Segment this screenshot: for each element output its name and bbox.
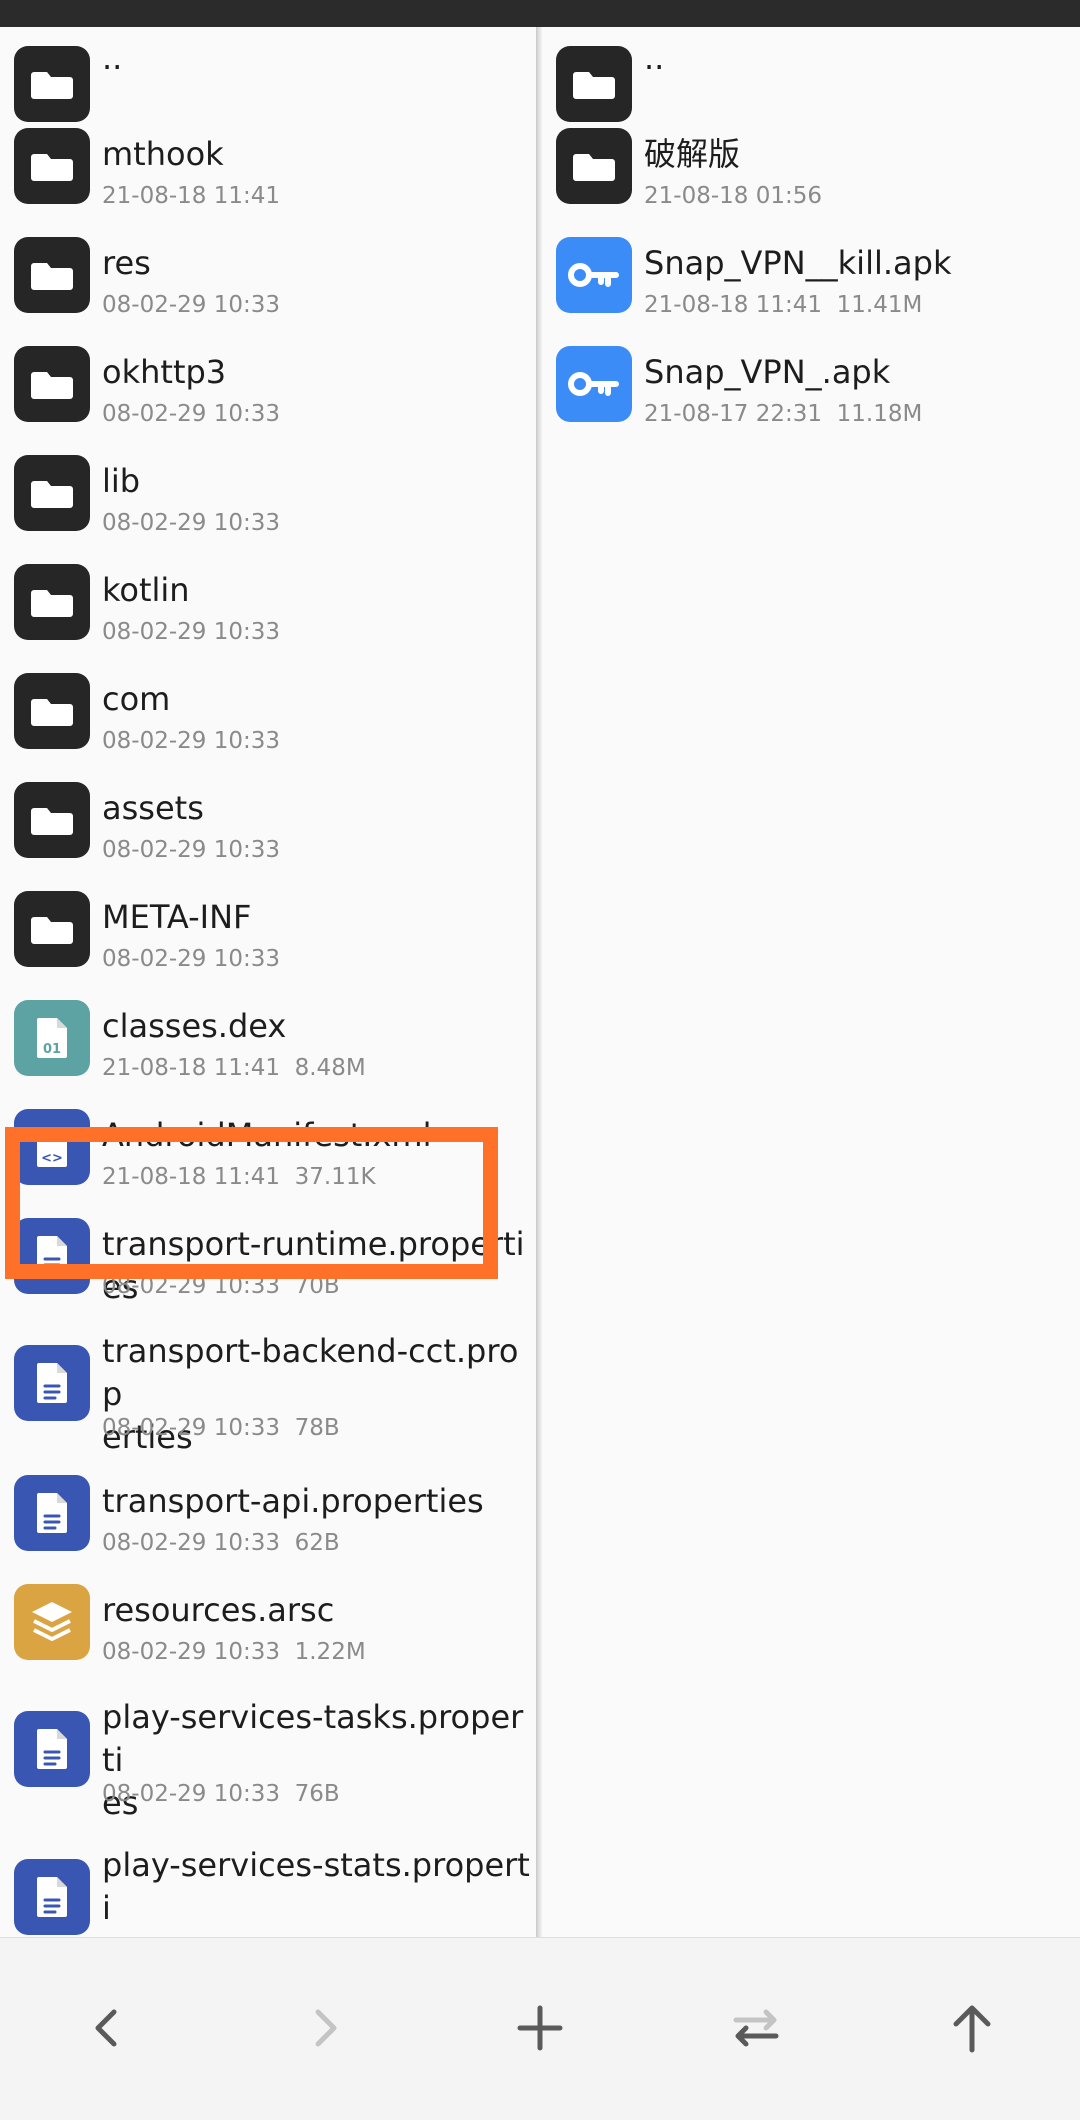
document-icon — [14, 1345, 90, 1421]
file-meta: 08-02-29 10:33 62B — [102, 1530, 340, 1556]
layers-icon — [14, 1584, 90, 1660]
file-name: okhttp3 — [102, 353, 227, 391]
file-meta: 08-02-29 10:33 78B — [102, 1415, 340, 1441]
file-meta: 08-02-29 10:33 1.22M — [102, 1639, 366, 1665]
swap-panes-button[interactable] — [686, 1978, 826, 2078]
parent-directory-button[interactable] — [902, 1978, 1042, 2078]
file-row[interactable]: assets 08-02-29 10:33 — [0, 764, 538, 873]
file-row[interactable]: transport-api.properties 08-02-29 10:33 6… — [0, 1457, 538, 1566]
folder-icon — [14, 237, 90, 313]
plus-icon — [517, 2005, 563, 2051]
file-row[interactable]: META-INF 08-02-29 10:33 — [0, 873, 538, 982]
svg-text:01: 01 — [43, 1042, 61, 1057]
file-name: transport-api.properties — [102, 1482, 484, 1520]
right-file-pane[interactable]: .. 破解版 21-08-18 01:56 Snap_VPN__kill.apk 21-… — [542, 27, 1080, 1937]
code-file-icon: <> — [14, 1109, 90, 1185]
file-row[interactable]: res 08-02-29 10:33 — [0, 219, 538, 328]
file-meta: 21-08-18 01:56 — [644, 183, 822, 209]
key-icon — [556, 237, 632, 313]
file-meta: 08-02-29 10:33 — [102, 510, 280, 536]
file-row[interactable]: transport-backend-cct.prop erties 08-02-2… — [0, 1309, 538, 1457]
file-name: META-INF — [102, 898, 252, 936]
document-icon — [14, 1218, 90, 1294]
file-row[interactable]: 01 classes.dex 21-08-18 11:41 8.48M — [0, 982, 538, 1091]
file-name: kotlin — [102, 571, 190, 609]
folder-icon — [14, 673, 90, 749]
file-name: assets — [102, 789, 204, 827]
file-meta: 08-02-29 10:33 — [102, 619, 280, 645]
chevron-left-icon — [95, 2009, 117, 2047]
document-icon — [14, 1711, 90, 1787]
new-button[interactable] — [470, 1978, 610, 2078]
file-meta: 21-08-17 22:31 11.18M — [644, 401, 923, 427]
file-name: Snap_VPN_.apk — [644, 353, 891, 391]
file-row[interactable]: <> AndroidManifest.xml 21-08-18 11:41 37.1… — [0, 1091, 538, 1200]
svg-text:<>: <> — [41, 1151, 63, 1166]
bottom-toolbar — [0, 1937, 1080, 2120]
folder-icon — [14, 891, 90, 967]
file-meta: 08-02-29 10:33 70B — [102, 1273, 340, 1299]
file-row[interactable]: Snap_VPN__kill.apk 21-08-18 11:41 11.41M — [542, 219, 1080, 328]
file-name: AndroidManifest.xml — [102, 1116, 432, 1154]
back-button[interactable] — [38, 1978, 178, 2078]
folder-icon — [14, 346, 90, 422]
file-row[interactable]: mthook 21-08-18 11:41 — [0, 110, 538, 219]
file-row[interactable]: lib 08-02-29 10:33 — [0, 437, 538, 546]
file-meta: 21-08-18 11:41 37.11K — [102, 1164, 376, 1190]
file-meta: 21-08-18 11:41 — [102, 183, 280, 209]
file-name: mthook — [102, 135, 224, 173]
file-row[interactable]: kotlin 08-02-29 10:33 — [0, 546, 538, 655]
file-name: res — [102, 244, 151, 282]
file-row[interactable]: 破解版 21-08-18 01:56 — [542, 110, 1080, 219]
folder-icon — [14, 455, 90, 531]
file-name: play-services-stats.properti es — [102, 1846, 530, 1937]
file-meta: 08-02-29 10:33 — [102, 292, 280, 318]
file-meta: 21-08-18 11:41 8.48M — [102, 1055, 366, 1081]
chevron-right-icon — [315, 2009, 337, 2047]
arrow-up-icon — [953, 2005, 991, 2053]
file-row[interactable]: play-services-stats.properti es — [0, 1823, 538, 1937]
file-name: .. — [644, 39, 665, 77]
file-row[interactable]: resources.arsc 08-02-29 10:33 1.22M — [0, 1566, 538, 1675]
file-row[interactable]: play-services-tasks.properti es 08-02-29 … — [0, 1675, 538, 1823]
file-name: com — [102, 680, 171, 718]
right-file-list: .. 破解版 21-08-18 01:56 Snap_VPN__kill.apk 21-… — [542, 27, 1080, 437]
folder-icon — [556, 128, 632, 204]
file-row[interactable]: okhttp3 08-02-29 10:33 — [0, 328, 538, 437]
forward-button[interactable] — [254, 1978, 394, 2078]
file-row[interactable]: com 08-02-29 10:33 — [0, 655, 538, 764]
parent-folder-row[interactable]: .. — [542, 27, 1080, 122]
file-name: resources.arsc — [102, 1591, 335, 1629]
file-name: Snap_VPN__kill.apk — [644, 244, 952, 282]
folder-icon — [14, 782, 90, 858]
left-file-list: .. mthook 21-08-18 11:41 res 08-02-29 10:33 o… — [0, 27, 538, 1937]
folder-icon — [14, 128, 90, 204]
parent-folder-row[interactable]: .. — [0, 27, 538, 122]
file-name: 破解版 — [644, 135, 741, 173]
document-icon — [14, 1475, 90, 1551]
binary-file-icon: 01 — [14, 1000, 90, 1076]
file-meta: 08-02-29 10:33 — [102, 837, 280, 863]
file-meta: 21-08-18 11:41 11.41M — [644, 292, 923, 318]
file-name: classes.dex — [102, 1007, 287, 1045]
file-meta: 08-02-29 10:33 76B — [102, 1781, 340, 1807]
file-name: lib — [102, 462, 141, 500]
left-file-pane[interactable]: .. mthook 21-08-18 11:41 res 08-02-29 10:33 o… — [0, 27, 538, 1937]
file-meta: 08-02-29 10:33 — [102, 728, 280, 754]
file-row[interactable]: transport-runtime.properties 08-02-29 10:… — [0, 1200, 538, 1309]
swap-arrows-icon — [733, 2009, 779, 2047]
file-meta: 08-02-29 10:33 — [102, 401, 280, 427]
folder-icon — [14, 564, 90, 640]
status-bar — [0, 0, 1080, 27]
file-name: .. — [102, 39, 123, 77]
file-meta: 08-02-29 10:33 — [102, 946, 280, 972]
key-icon — [556, 346, 632, 422]
file-row[interactable]: Snap_VPN_.apk 21-08-17 22:31 11.18M — [542, 328, 1080, 437]
document-icon — [14, 1859, 90, 1935]
